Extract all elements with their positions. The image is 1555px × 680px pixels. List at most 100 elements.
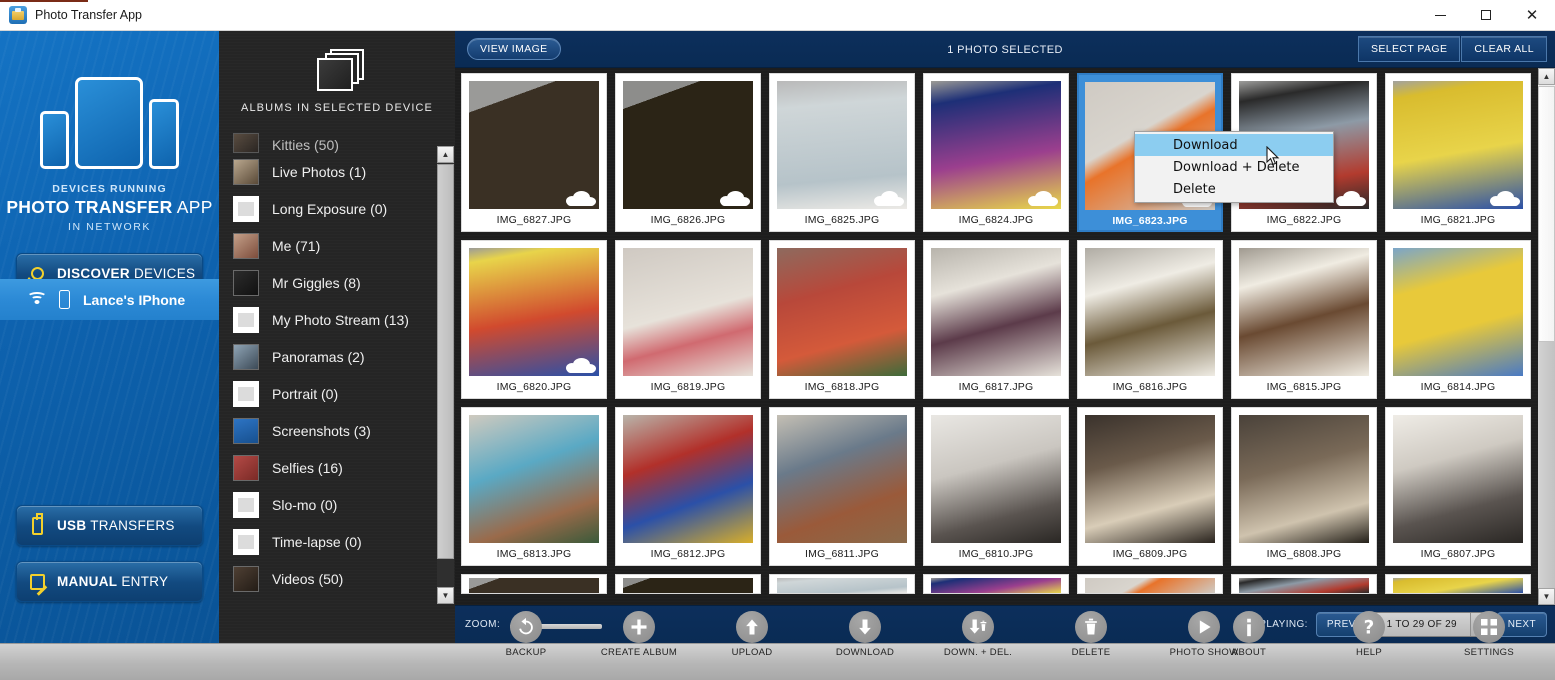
albums-scroll-up-button[interactable]: ▲ xyxy=(437,146,454,163)
toolbar-button-download[interactable]: DOWNLOAD xyxy=(829,611,901,658)
photo-cell[interactable]: IMG_6810.JPG xyxy=(923,407,1069,566)
grid-scroll-track[interactable] xyxy=(1538,342,1555,588)
photo-grid-scrollbar[interactable]: ▲ ▼ xyxy=(1538,68,1555,605)
photo-filename: IMG_6817.JPG xyxy=(958,381,1034,393)
photo-cell[interactable] xyxy=(769,574,915,594)
photo-cell[interactable]: IMG_6808.JPG xyxy=(1231,407,1377,566)
album-thumbnail xyxy=(233,195,259,222)
select-page-button[interactable]: SELECT PAGE xyxy=(1357,36,1461,62)
photo-cell[interactable]: IMG_6816.JPG xyxy=(1077,240,1223,399)
toolbar-button-about[interactable]: ABOUT xyxy=(1213,611,1285,658)
toolbar-button-create-album[interactable]: CREATE ALBUM xyxy=(600,611,678,658)
photo-cell[interactable]: IMG_6825.JPG xyxy=(769,73,915,232)
albums-list[interactable]: Kitties (50) Live Photos (1) Long Exposure… xyxy=(219,131,438,643)
toolbar-button-help[interactable]: ? HELP xyxy=(1333,611,1405,658)
photo-cell[interactable]: IMG_6815.JPG xyxy=(1231,240,1377,399)
album-list-item[interactable]: Videos (50) xyxy=(219,560,438,597)
album-list-item[interactable]: Me (71) xyxy=(219,227,438,264)
photo-cell[interactable]: IMG_6812.JPG xyxy=(615,407,761,566)
context-menu-item[interactable]: Download + Delete xyxy=(1135,156,1333,178)
phone-small-graphic xyxy=(40,111,69,169)
icloud-icon xyxy=(720,191,750,207)
toolbar-button-label: DOWNLOAD xyxy=(835,647,895,658)
photo-cell[interactable]: IMG_6820.JPG xyxy=(461,240,607,399)
photo-cell[interactable]: IMG_6824.JPG xyxy=(923,73,1069,232)
mouse-cursor xyxy=(1266,146,1280,166)
album-list-item[interactable]: Portrait (0) xyxy=(219,375,438,412)
photo-cell[interactable]: IMG_6826.JPG xyxy=(615,73,761,232)
toolbar-button-upload[interactable]: UPLOAD xyxy=(716,611,788,658)
album-label: Time-lapse (0) xyxy=(272,533,362,550)
photo-thumbnail xyxy=(777,578,907,593)
photo-cell[interactable] xyxy=(923,574,1069,594)
photo-cell[interactable]: IMG_6807.JPG xyxy=(1385,407,1531,566)
grid-scroll-up-button[interactable]: ▲ xyxy=(1538,68,1555,85)
album-list-item[interactable]: My Photo Stream (13) xyxy=(219,301,438,338)
photo-cell[interactable]: IMG_6814.JPG xyxy=(1385,240,1531,399)
toolbar-button-label: DOWN. + DEL. xyxy=(943,647,1013,658)
album-list-item[interactable]: Panoramas (2) xyxy=(219,338,438,375)
toolbar-right-group: ABOUT ? HELP SETTINGS xyxy=(1213,611,1525,658)
album-list-item[interactable]: Slo-mo (0) xyxy=(219,486,438,523)
album-list-item[interactable]: Time-lapse (0) xyxy=(219,523,438,560)
photo-cell[interactable]: IMG_6821.JPG xyxy=(1385,73,1531,232)
toolbar-button-down-del[interactable]: DOWN. + DEL. xyxy=(942,611,1014,658)
album-label: Kitties (50) xyxy=(272,137,339,153)
photo-cell[interactable] xyxy=(461,574,607,594)
album-list-item[interactable]: Screenshots (3) xyxy=(219,412,438,449)
photo-cell[interactable]: IMG_6813.JPG xyxy=(461,407,607,566)
album-list-item[interactable]: Long Exposure (0) xyxy=(219,190,438,227)
album-list-item[interactable]: Selfies (16) xyxy=(219,449,438,486)
photo-filename: IMG_6827.JPG xyxy=(496,214,572,226)
photo-cell[interactable] xyxy=(1385,574,1531,594)
photo-cell[interactable]: IMG_6811.JPG xyxy=(769,407,915,566)
photo-filename: IMG_6821.JPG xyxy=(1420,214,1496,226)
close-button[interactable]: ✕ xyxy=(1509,0,1555,31)
photo-cell[interactable]: IMG_6827.JPG xyxy=(461,73,607,232)
minimize-button[interactable] xyxy=(1417,0,1463,31)
album-list-item[interactable]: Kitties (50) xyxy=(219,131,438,153)
albums-scrollbar[interactable]: ▲ ▼ xyxy=(437,146,454,604)
album-label: Me (71) xyxy=(272,237,321,254)
context-menu-item[interactable]: Download xyxy=(1135,134,1333,156)
albums-scroll-thumb[interactable] xyxy=(437,164,454,559)
arrow-down-icon xyxy=(849,611,881,643)
photo-filename: IMG_6809.JPG xyxy=(1112,548,1188,560)
toolbar-button-delete[interactable]: DELETE xyxy=(1055,611,1127,658)
photo-filename: IMG_6822.JPG xyxy=(1266,214,1342,226)
manual-entry-label: MANUAL ENTRY xyxy=(57,574,168,589)
photo-grid[interactable]: IMG_6827.JPG IMG_6826.JPG IMG_6825.JPG IMG_… xyxy=(455,68,1538,605)
toolbar-button-label: ABOUT xyxy=(1231,647,1267,658)
grid-scroll-down-button[interactable]: ▼ xyxy=(1538,588,1555,605)
maximize-button[interactable] xyxy=(1463,0,1509,31)
toolbar-button-backup[interactable]: BACKUP xyxy=(490,611,562,658)
albums-scroll-down-button[interactable]: ▼ xyxy=(437,587,454,604)
photo-thumbnail xyxy=(623,81,753,209)
phone-icon xyxy=(59,290,70,309)
toolbar-button-label: CREATE ALBUM xyxy=(600,647,678,658)
manual-entry-button[interactable]: MANUAL ENTRY xyxy=(16,561,203,602)
toolbar-button-settings[interactable]: SETTINGS xyxy=(1453,611,1525,658)
photo-grid-row: IMG_6827.JPG IMG_6826.JPG IMG_6825.JPG IMG_… xyxy=(461,73,1538,232)
title-bar: Photo Transfer App ✕ xyxy=(0,0,1555,31)
clear-all-button[interactable]: CLEAR ALL xyxy=(1461,36,1547,62)
photo-cell[interactable]: IMG_6809.JPG xyxy=(1077,407,1223,566)
view-image-button[interactable]: VIEW IMAGE xyxy=(467,38,561,60)
photo-cell[interactable] xyxy=(1231,574,1377,594)
device-item-lances-iphone[interactable]: Lance's IPhone xyxy=(0,279,219,320)
photo-cell[interactable]: IMG_6817.JPG xyxy=(923,240,1069,399)
album-list-item[interactable]: Live Photos (1) xyxy=(219,153,438,190)
context-menu-item[interactable]: Delete xyxy=(1135,178,1333,200)
photo-context-menu[interactable]: Download Download + Delete Delete xyxy=(1134,131,1334,203)
photo-cell[interactable]: IMG_6818.JPG xyxy=(769,240,915,399)
photo-cell[interactable] xyxy=(615,574,761,594)
devices-caption-main-rest: APP xyxy=(172,197,213,217)
usb-transfers-button[interactable]: USB TRANSFERS xyxy=(16,505,203,546)
photo-thumbnail xyxy=(931,81,1061,209)
photo-cell[interactable]: IMG_6819.JPG xyxy=(615,240,761,399)
title-accent-stripe xyxy=(0,0,88,2)
arrow-down-trash-icon xyxy=(962,611,994,643)
photo-cell[interactable] xyxy=(1077,574,1223,594)
album-list-item[interactable]: Mr Giggles (8) xyxy=(219,264,438,301)
grid-scroll-thumb[interactable] xyxy=(1538,86,1555,342)
